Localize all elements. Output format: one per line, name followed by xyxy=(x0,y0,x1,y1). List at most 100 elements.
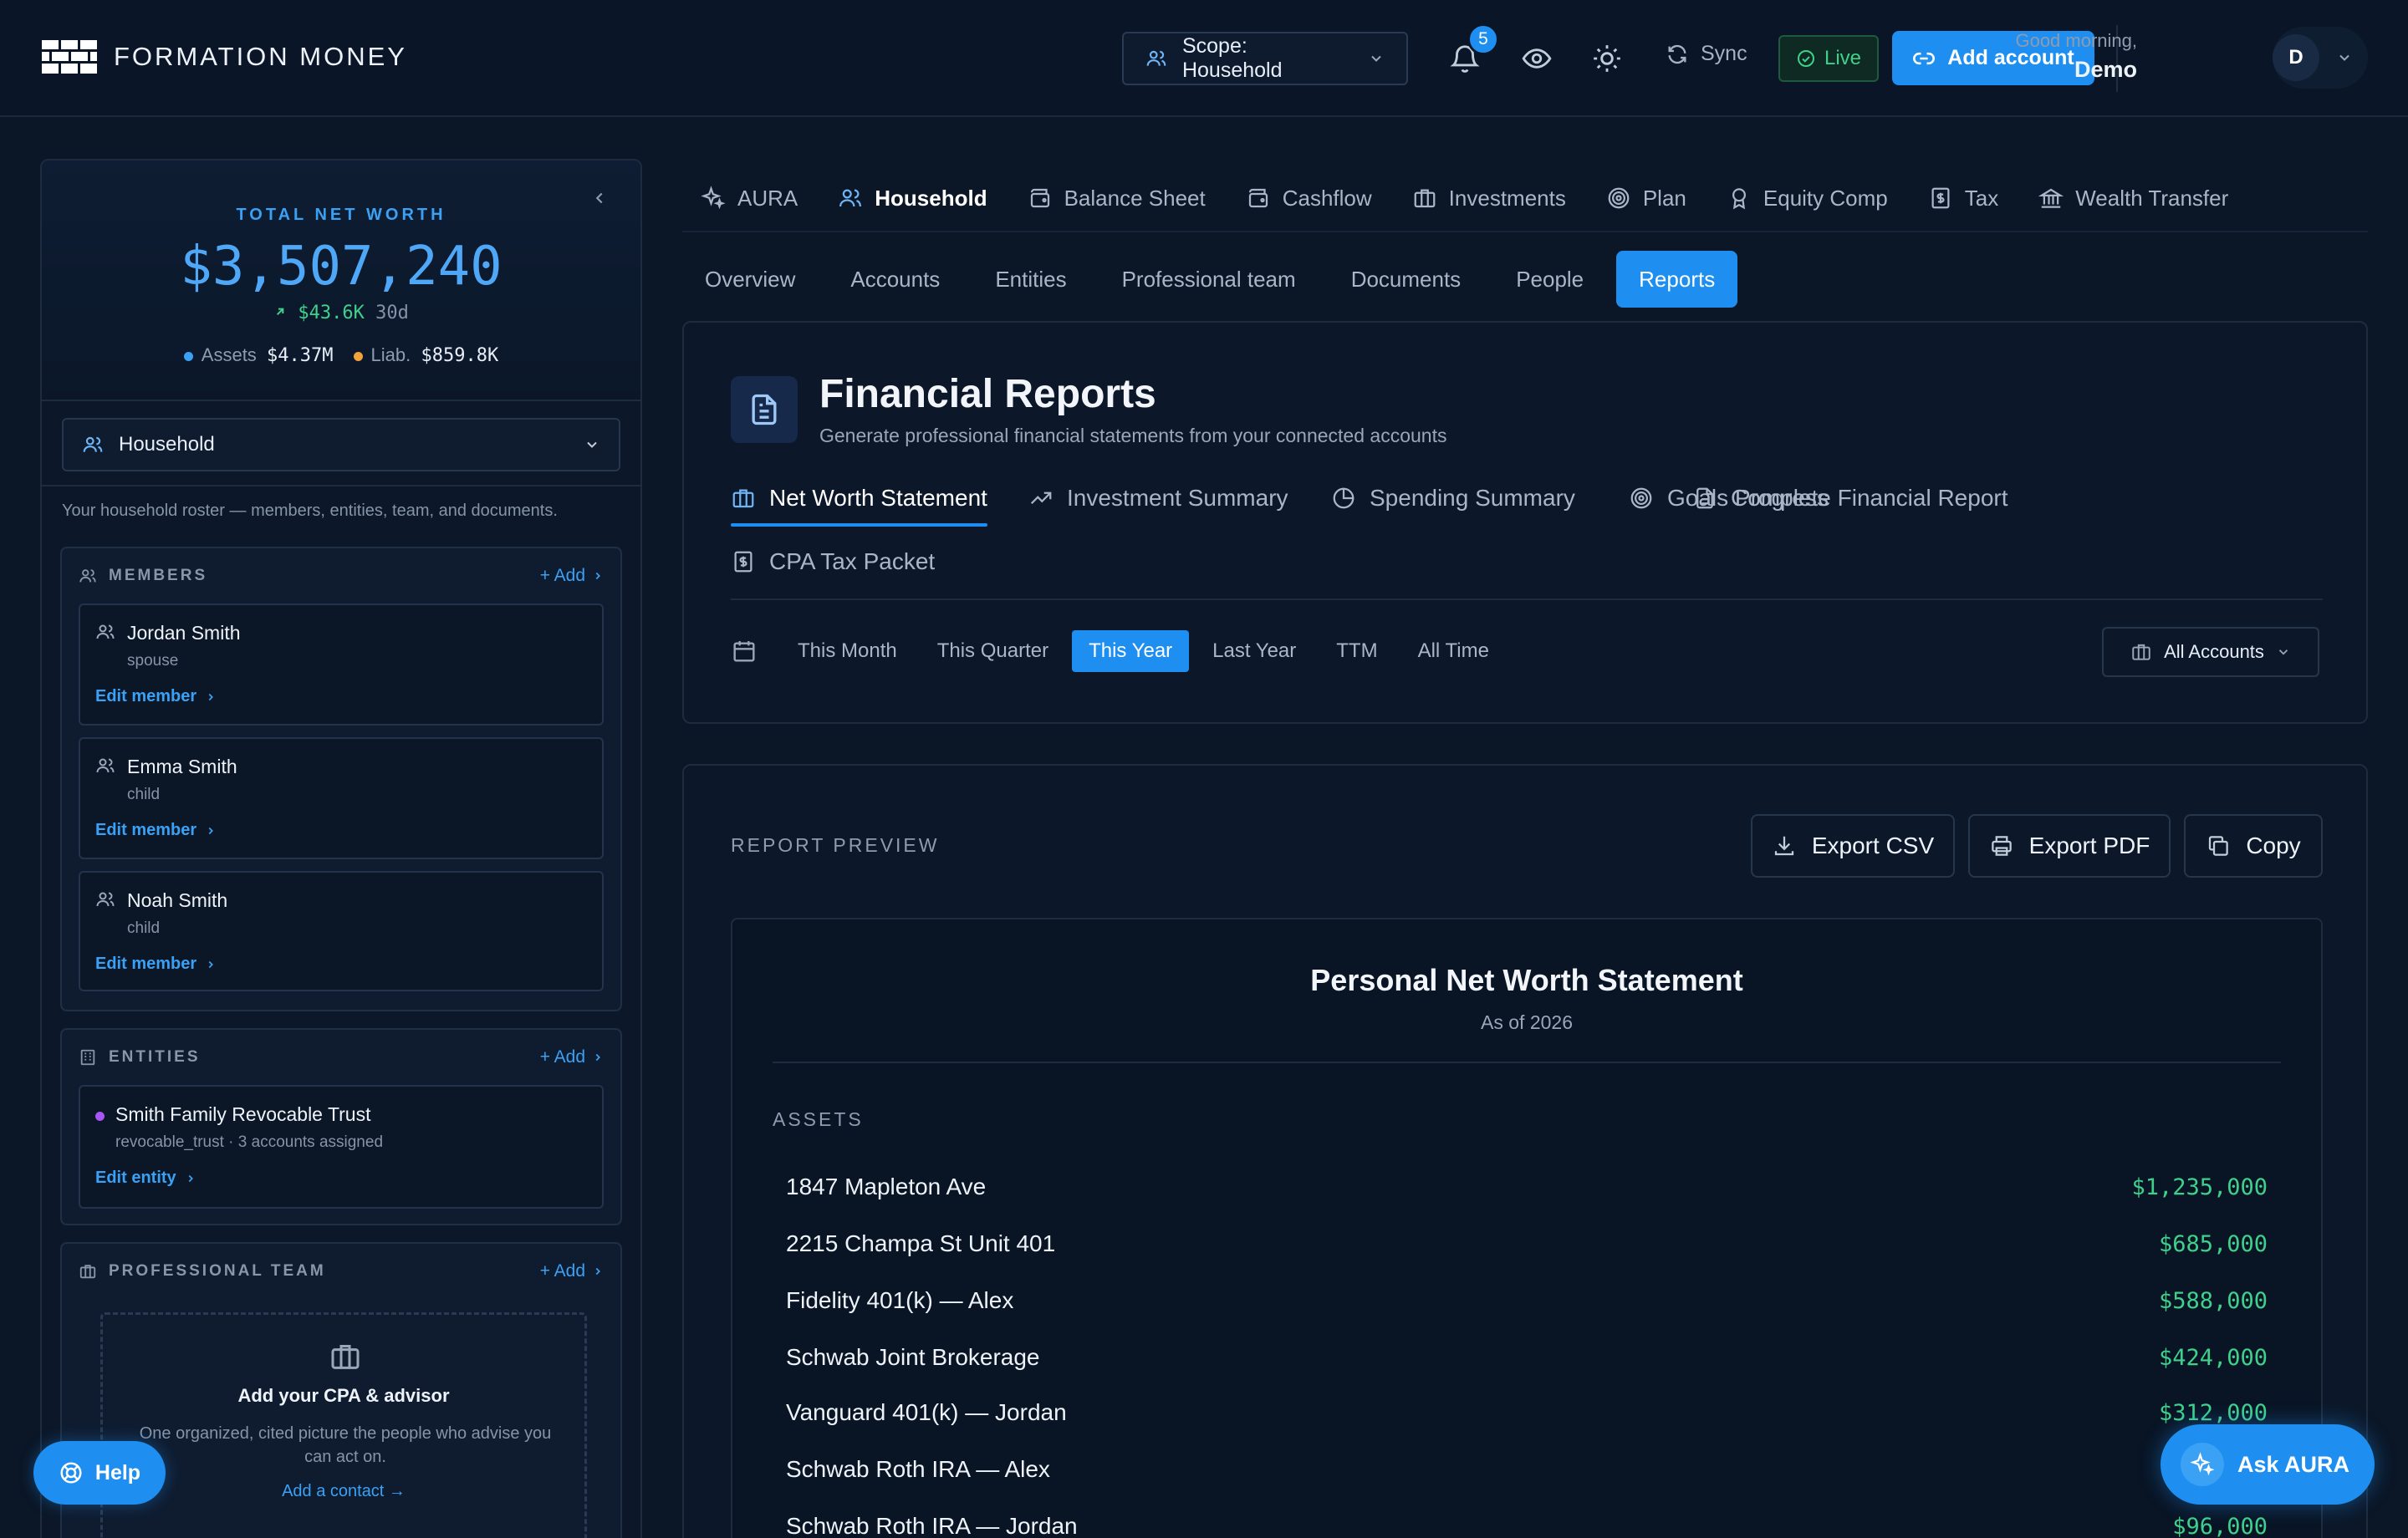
help-label: Help xyxy=(94,1460,141,1485)
add-contact-button[interactable]: + Add xyxy=(540,1261,604,1281)
pie-chart-icon xyxy=(1333,487,1354,509)
add-member-button[interactable]: + Add xyxy=(540,566,604,586)
award-icon xyxy=(1732,188,1746,210)
edit-entity-label: Edit entity xyxy=(95,1169,176,1187)
nav-label: Plan xyxy=(1642,185,1686,211)
export-pdf-label: Export PDF xyxy=(2028,833,2150,858)
team-title: PROFESSIONAL TEAM xyxy=(109,1262,326,1280)
check-circle-icon xyxy=(1797,50,1814,67)
period-ttm[interactable]: TTM xyxy=(1319,630,1394,672)
asset-value: $312,000 xyxy=(2158,1399,2268,1426)
add-contact-link[interactable]: Add a contact → xyxy=(103,1482,584,1501)
asset-name: 1847 Mapleton Ave xyxy=(786,1174,987,1199)
period-this-month[interactable]: This Month xyxy=(781,630,914,672)
period-last-year[interactable]: Last Year xyxy=(1196,630,1313,672)
nav-wealth-transfer[interactable]: Wealth Transfer xyxy=(2038,186,2228,211)
live-status-badge: Live xyxy=(1778,35,1879,82)
tab-label: Spending Summary xyxy=(1370,485,1575,511)
copy-button[interactable]: Copy xyxy=(2184,814,2323,878)
tab-overview[interactable]: Overview xyxy=(682,251,818,308)
export-csv-button[interactable]: Export CSV xyxy=(1751,814,1955,878)
edit-member-link[interactable]: Edit member xyxy=(95,821,217,840)
nav-plan[interactable]: Plan xyxy=(1606,186,1686,211)
statement-divider xyxy=(773,1062,2281,1063)
tab-professional-team[interactable]: Professional team xyxy=(1099,251,1319,308)
copy-label: Copy xyxy=(2246,833,2301,858)
edit-entity-link[interactable]: Edit entity xyxy=(95,1169,196,1188)
assets-value: $4.37M xyxy=(267,345,334,366)
brand[interactable]: FORMATION MONEY xyxy=(42,40,407,74)
lifebuoy-icon xyxy=(60,1462,82,1484)
tab-people[interactable]: People xyxy=(1493,251,1606,308)
bank-icon xyxy=(2038,188,2064,208)
tab-cpa-tax-packet[interactable]: CPA Tax Packet xyxy=(731,537,935,587)
net-worth-summary: TOTAL NET WORTH $3,507,240 $43.6K 30d As… xyxy=(42,160,640,401)
liab-label: Liab. xyxy=(370,344,411,365)
nav-aura[interactable]: AURA xyxy=(701,186,798,211)
nav-label: Balance Sheet xyxy=(1064,185,1206,211)
tab-reports[interactable]: Reports xyxy=(1616,251,1738,308)
accounts-filter-select[interactable]: All Accounts xyxy=(2102,627,2319,677)
tab-complete-financial-report-inner[interactable]: Complete Financial Report xyxy=(1692,473,2008,523)
calendar-icon xyxy=(733,641,755,662)
member-card: Noah Smith child Edit member xyxy=(79,871,604,991)
nav-cashflow[interactable]: Cashflow xyxy=(1246,186,1372,211)
household-sidebar: TOTAL NET WORTH $3,507,240 $43.6K 30d As… xyxy=(40,159,642,1538)
nav-tax[interactable]: Tax xyxy=(1928,186,1998,211)
top-bar: FORMATION MONEY Scope: Household 5 Sync … xyxy=(0,0,2408,117)
chevron-right-icon xyxy=(208,827,214,834)
net-worth-change: $43.6K 30d xyxy=(42,303,640,323)
change-period: 30d xyxy=(375,303,409,323)
page-subtitle: Generate professional financial statemen… xyxy=(819,425,1447,446)
nav-label: AURA xyxy=(737,185,798,211)
scope-select[interactable]: Scope: Household xyxy=(1122,32,1408,85)
tab-investment-summary[interactable]: Investment Summary xyxy=(1028,473,1288,523)
tab-net-worth-statement[interactable]: Net Worth Statement xyxy=(731,473,987,527)
period-all-time[interactable]: All Time xyxy=(1401,630,1506,672)
member-name: Noah Smith xyxy=(127,889,228,911)
sync-button[interactable]: Sync xyxy=(1666,42,1747,66)
asset-name: Schwab Joint Brokerage xyxy=(786,1344,1040,1370)
theme-toggle[interactable] xyxy=(1589,40,1625,77)
copy-icon xyxy=(2209,836,2229,856)
household-select-label: Household xyxy=(119,433,215,456)
report-preview-label: REPORT PREVIEW xyxy=(731,834,940,856)
chevron-left-icon[interactable] xyxy=(590,189,609,207)
liab-value: $859.8K xyxy=(421,345,499,366)
nav-equity-comp[interactable]: Equity Comp xyxy=(1727,186,1888,211)
export-pdf-button[interactable]: Export PDF xyxy=(1968,814,2171,878)
download-icon xyxy=(1774,836,1793,856)
tab-entities[interactable]: Entities xyxy=(972,251,1089,308)
ask-aura-button[interactable]: Ask AURA xyxy=(2161,1424,2375,1505)
brand-logo-icon xyxy=(42,40,97,74)
members-card: MEMBERS + Add Jordan Smith spouse Edit m… xyxy=(60,547,622,1011)
add-entity-button[interactable]: + Add xyxy=(540,1047,604,1067)
printer-icon xyxy=(1991,836,2012,856)
tab-accounts[interactable]: Accounts xyxy=(828,251,962,308)
edit-member-link[interactable]: Edit member xyxy=(95,687,217,706)
live-label: Live xyxy=(1824,47,1862,69)
privacy-toggle[interactable] xyxy=(1518,40,1555,77)
chevron-right-icon xyxy=(595,1053,600,1062)
member-name: Emma Smith xyxy=(127,756,237,777)
nav-household[interactable]: Household xyxy=(838,186,987,211)
user-menu[interactable]: D xyxy=(2273,27,2368,89)
tab-documents[interactable]: Documents xyxy=(1329,251,1484,308)
period-this-quarter[interactable]: This Quarter xyxy=(921,630,1065,672)
nav-label: Tax xyxy=(1964,185,1999,211)
accounts-filter-label: All Accounts xyxy=(2164,641,2264,662)
nav-investments[interactable]: Investments xyxy=(1412,186,1566,211)
nav-balance-sheet[interactable]: Balance Sheet xyxy=(1028,186,1206,211)
tab-label: Investment Summary xyxy=(1067,485,1288,511)
table-row: 1847 Mapleton Ave $1,235,000 xyxy=(786,1170,2268,1204)
tab-spending-summary[interactable]: Spending Summary xyxy=(1331,473,1575,523)
asset-name: Schwab Roth IRA — Alex xyxy=(786,1456,1050,1482)
chevron-down-icon xyxy=(587,441,597,448)
household-select[interactable]: Household xyxy=(62,418,620,471)
period-this-year[interactable]: This Year xyxy=(1072,630,1190,672)
edit-member-link[interactable]: Edit member xyxy=(95,955,217,974)
member-card: Emma Smith child Edit member xyxy=(79,737,604,859)
add-label: + Add xyxy=(539,1047,585,1067)
avatar: D xyxy=(2273,34,2319,81)
help-button[interactable]: Help xyxy=(33,1441,166,1505)
